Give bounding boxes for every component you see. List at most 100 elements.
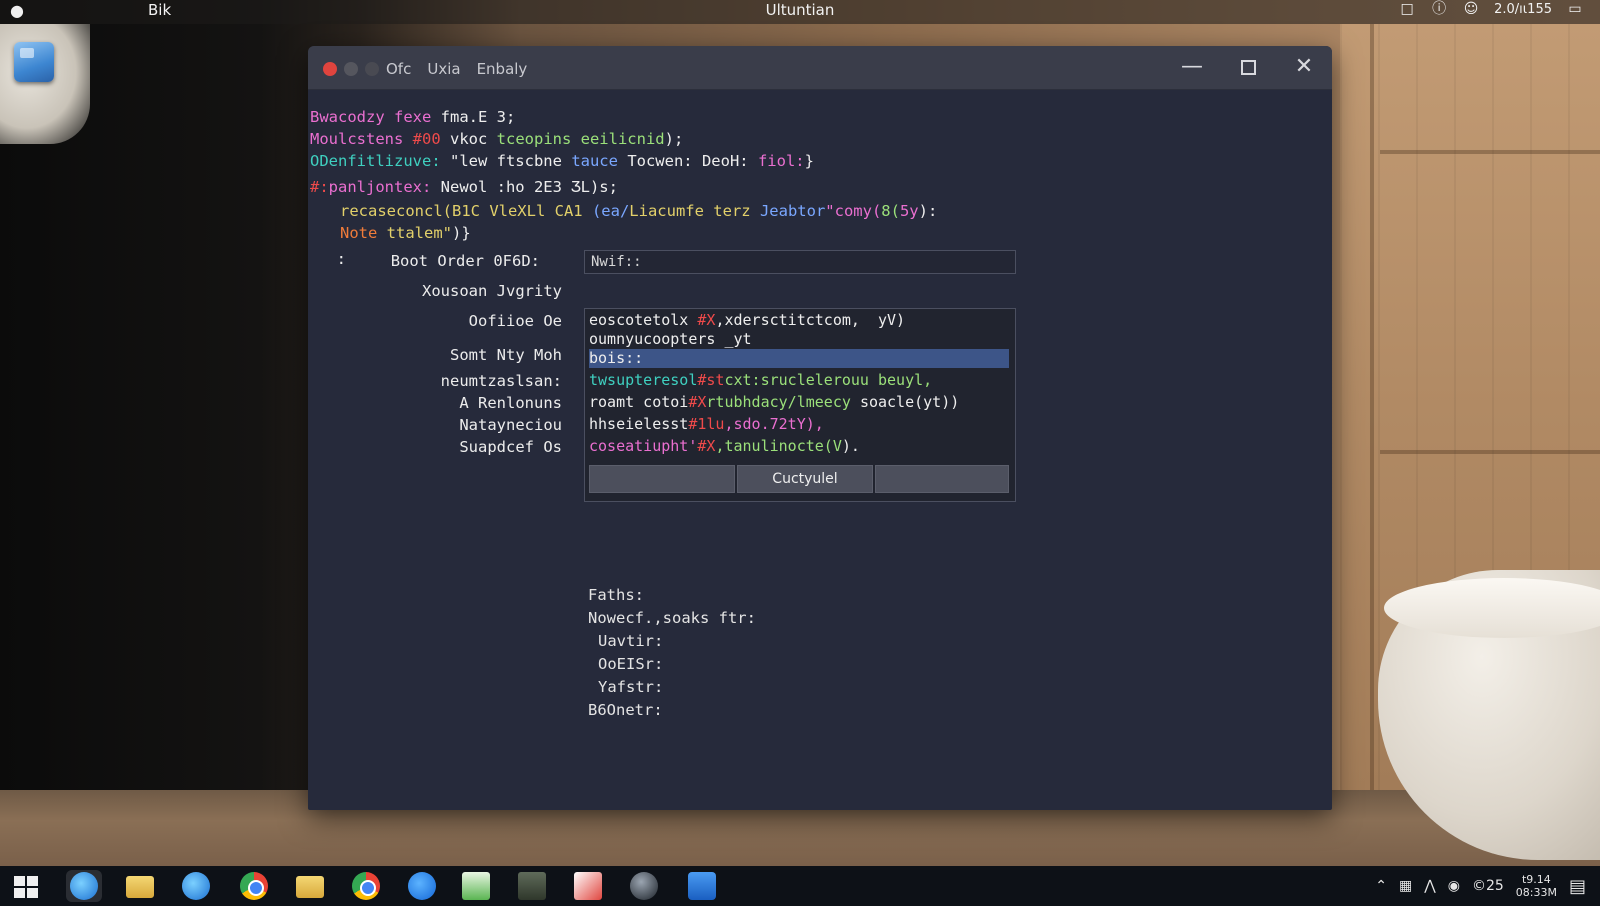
terminal-content: Bwacodzy fexe fma.E 3; Moulcstens #00 vk… xyxy=(308,90,1332,810)
code-token: (ea/ xyxy=(591,202,630,220)
clock[interactable]: t9.14 08:33M xyxy=(1516,873,1557,899)
panel-button-row: Cuctyulel xyxy=(589,465,1009,493)
minimize-button[interactable]: — xyxy=(1172,52,1212,82)
title-bar[interactable]: Ofc Uxia Enbaly — ✕ xyxy=(308,46,1332,90)
close-button[interactable]: ✕ xyxy=(1284,52,1324,82)
clock-date: 08:33M xyxy=(1515,886,1557,899)
volume-icon[interactable]: ◉ xyxy=(1448,878,1460,894)
close-dot-button[interactable] xyxy=(323,62,337,76)
panel-button-left[interactable] xyxy=(589,465,735,493)
path-item: Nowecf.,soaks ftr: xyxy=(588,609,756,627)
windows-start-icon[interactable] xyxy=(14,876,38,898)
selected-row-highlight xyxy=(589,349,1009,368)
code-token: Liacumfe terz xyxy=(629,202,760,220)
ie-globe-taskbar-icon[interactable] xyxy=(178,870,214,902)
list-item[interactable]: eoscotetolx #X,xdersctitctcom, yV) xyxy=(589,311,905,329)
code-token: } xyxy=(804,152,814,170)
code-token: tauce xyxy=(571,152,628,170)
messages-taskbar-icon[interactable] xyxy=(404,870,440,902)
spreadsheet-taskbar-icon[interactable] xyxy=(458,870,494,902)
window-menu: Ofc Uxia Enbaly xyxy=(386,60,527,78)
info-icon[interactable]: ⓘ xyxy=(1430,1,1448,17)
menu-item[interactable]: Enbaly xyxy=(477,60,528,78)
file-explorer-taskbar-icon[interactable] xyxy=(122,870,158,902)
path-item: B6Onetr: xyxy=(588,701,663,719)
boot-order-input[interactable]: Nwif:: xyxy=(584,250,1016,274)
panel-button-right[interactable] xyxy=(875,465,1009,493)
battery-icon[interactable]: ▭ xyxy=(1566,1,1584,17)
code-token: Tocwen: DeoH: xyxy=(627,152,758,170)
code-token: rtubhdacy/lmeecy xyxy=(706,393,860,411)
code-token: #X xyxy=(688,393,707,411)
menu-item[interactable]: Ofc xyxy=(386,60,411,78)
code-token: #X xyxy=(697,437,716,455)
keyboard-icon[interactable]: ▦ xyxy=(1399,878,1412,894)
menu-bar: ● Bik Ultuntian □ ⓘ ☺ 2.0/ıι155 ▭ xyxy=(0,0,1600,24)
maximize-icon xyxy=(1240,59,1256,75)
folder-taskbar-icon[interactable] xyxy=(292,870,328,902)
code-token: Jeabtor xyxy=(759,202,826,220)
code-token: cxt:sruclelerouu beuyl, xyxy=(724,371,933,389)
list-item[interactable]: hhseielesst#1lu,sdo.72tY), xyxy=(589,415,824,433)
minimize-dot-button[interactable] xyxy=(344,62,358,76)
code-token: coseatiupht' xyxy=(589,437,698,455)
path-item: Uavtir: xyxy=(598,632,664,650)
continue-button[interactable]: Cuctyulel xyxy=(737,465,873,493)
menu-title: Ultuntian xyxy=(765,1,835,19)
setting-label: A Renlonuns xyxy=(459,394,562,412)
boot-order-label: Boot Order 0F6D: xyxy=(390,252,540,270)
tray-text: ©25 xyxy=(1471,878,1504,894)
code-token: "comy( xyxy=(825,202,882,220)
terminal-window: Ofc Uxia Enbaly — ✕ Bwacodzy fexe fma.E … xyxy=(308,46,1332,810)
wood-seam xyxy=(1370,24,1374,790)
notifications-icon[interactable]: ▤ xyxy=(1569,876,1586,897)
terminal-taskbar-icon[interactable] xyxy=(514,870,550,902)
list-item[interactable]: twsupteresol#stcxt:sruclelerouu beuyl, xyxy=(589,371,932,389)
paths-header: Faths: xyxy=(588,586,644,604)
settings-labels: : Boot Order 0F6D: Xousoan Jvgrity Oofii… xyxy=(308,90,568,810)
code-token: ,sdo.72tY), xyxy=(724,415,824,433)
menu-item[interactable]: Uxia xyxy=(427,60,460,78)
list-item[interactable]: oumnyucoopters _yt xyxy=(589,330,752,348)
maps-taskbar-icon[interactable] xyxy=(570,870,606,902)
internet-explorer-taskbar-icon[interactable] xyxy=(66,870,102,902)
setting-label: Xousoan Jvgrity xyxy=(422,282,562,300)
chevron-up-icon[interactable]: ⌃ xyxy=(1375,878,1387,894)
code-token: ); xyxy=(664,130,684,148)
code-token: #st xyxy=(697,371,725,389)
database-taskbar-icon[interactable] xyxy=(684,870,720,902)
setting-label: Somt Nty Moh xyxy=(450,346,562,364)
code-token: eoscotetolx xyxy=(589,311,698,329)
colon-marker: : xyxy=(336,250,346,268)
code-token: hhseielesst xyxy=(589,415,689,433)
taskbar: ⌃ ▦ ⋀ ◉ ©25 t9.14 08:33M ▤ xyxy=(0,866,1600,906)
finder-desktop-icon[interactable] xyxy=(14,42,54,82)
path-item: Yafstr: xyxy=(598,678,664,696)
clock-time: t9.14 xyxy=(1521,873,1551,886)
list-item[interactable]: coseatiupht'#X,tanulinocte(V). xyxy=(589,437,860,455)
wood-seam xyxy=(1380,450,1600,454)
wood-seam xyxy=(1380,150,1600,154)
code-token: #X xyxy=(697,311,716,329)
maximize-button[interactable] xyxy=(1228,52,1268,82)
setting-label: Natayneciou xyxy=(459,416,562,434)
chrome-taskbar-icon[interactable] xyxy=(348,870,384,902)
media-disc-taskbar-icon[interactable] xyxy=(626,870,662,902)
chrome-taskbar-icon[interactable] xyxy=(236,870,272,902)
list-item[interactable]: roamt cotoi#Xrtubhdacy/lmeecy soacle(yt)… xyxy=(589,393,959,411)
code-token: ): xyxy=(918,202,938,220)
list-item-selected[interactable]: bois:: xyxy=(589,349,643,367)
code-token: fiol: xyxy=(757,152,805,170)
maximize-dot-button[interactable] xyxy=(365,62,379,76)
status-text: 2.0/ıι155 xyxy=(1494,1,1552,17)
network-icon[interactable]: ⋀ xyxy=(1424,878,1435,894)
menu-status-area: □ ⓘ ☺ 2.0/ıι155 ▭ xyxy=(1398,1,1584,17)
user-icon[interactable]: ☺ xyxy=(1462,1,1480,17)
display-icon[interactable]: □ xyxy=(1398,1,1416,17)
code-token: ,tanulinocte(V xyxy=(715,437,842,455)
setting-label: neumtzaslsan: xyxy=(440,372,562,390)
code-token: soacle(yt)) xyxy=(859,393,960,411)
setting-label: Suapdcef Os xyxy=(459,438,562,456)
setting-label: Oofiioe Oe xyxy=(468,312,562,330)
code-token: xdersctitctcom, yV) xyxy=(724,311,906,329)
